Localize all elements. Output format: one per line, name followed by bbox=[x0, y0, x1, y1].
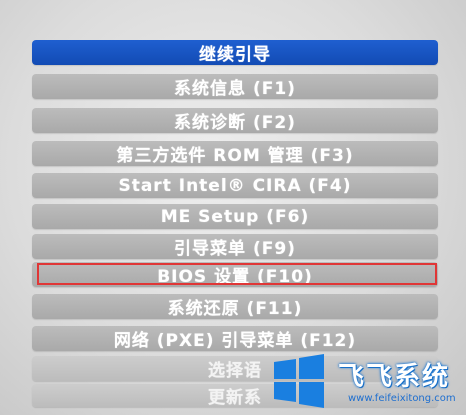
watermark-url: www.feifeixitong.com bbox=[348, 393, 456, 404]
windows-logo-icon bbox=[274, 354, 324, 408]
menu-item-me-setup[interactable]: ME Setup (F6) bbox=[32, 204, 438, 229]
menu-item-label: 系统还原 (F11) bbox=[167, 299, 303, 319]
menu-item-label: ME Setup (F6) bbox=[160, 206, 310, 227]
menu-item-label: 第三方选件 ROM 管理 (F3) bbox=[116, 146, 354, 166]
menu-item-system-diagnostics[interactable]: 系统诊断 (F2) bbox=[32, 108, 438, 133]
menu-item-option-rom-management[interactable]: 第三方选件 ROM 管理 (F3) bbox=[32, 141, 438, 166]
menu-item-label: 选择语 bbox=[208, 361, 262, 381]
menu-item-label: 系统诊断 (F2) bbox=[174, 113, 296, 133]
menu-item-label: Start Intel® CIRA (F4) bbox=[118, 175, 352, 196]
menu-item-continue-boot[interactable]: 继续引导 bbox=[32, 40, 438, 65]
watermark-brand-name: 飞飞系统 bbox=[338, 362, 451, 392]
menu-item-boot-menu[interactable]: 引导菜单 (F9) bbox=[32, 234, 438, 259]
menu-item-network-boot-menu[interactable]: 网络 (PXE) 引导菜单 (F12) bbox=[32, 326, 438, 351]
bios-setup-highlight-box bbox=[37, 263, 437, 285]
menu-item-label: 更新系 bbox=[208, 388, 262, 408]
menu-item-label: 系统信息 (F1) bbox=[174, 79, 296, 99]
menu-item-label: 网络 (PXE) 引导菜单 (F12) bbox=[113, 331, 357, 351]
menu-item-start-intel-cira[interactable]: Start Intel® CIRA (F4) bbox=[32, 173, 438, 198]
menu-item-label: 继续引导 bbox=[199, 45, 271, 65]
menu-item-system-info[interactable]: 系统信息 (F1) bbox=[32, 74, 438, 99]
site-watermark: 飞飞系统 www.feifeixitong.com bbox=[262, 350, 466, 415]
menu-item-label: 引导菜单 (F9) bbox=[174, 239, 296, 259]
menu-item-system-recovery[interactable]: 系统还原 (F11) bbox=[32, 294, 438, 319]
